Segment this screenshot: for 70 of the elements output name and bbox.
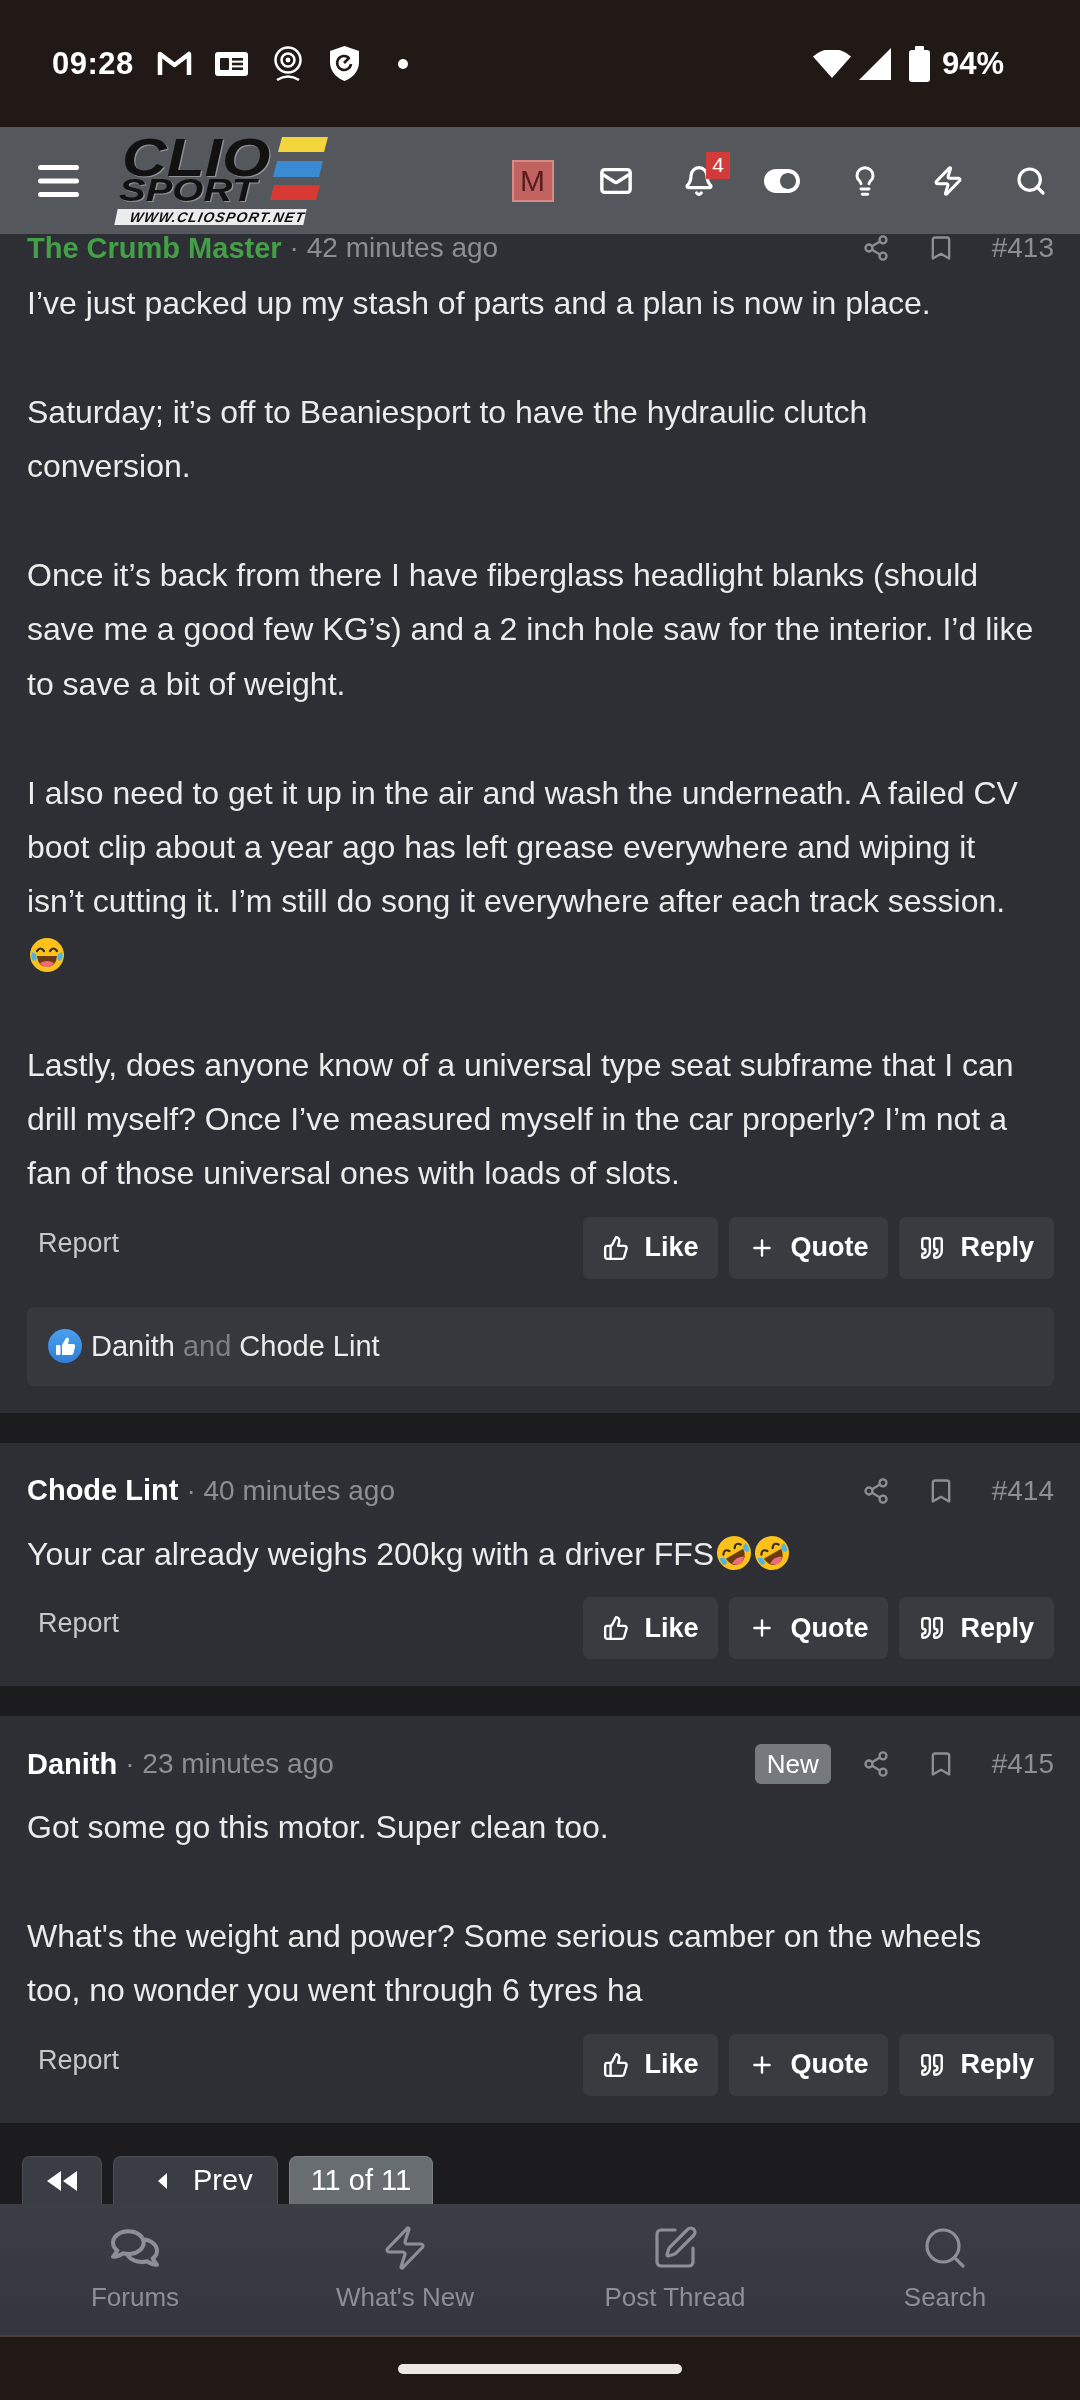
battery-icon: [908, 45, 930, 82]
dot-icon: [397, 58, 408, 69]
author-name[interactable]: Chode Lint: [27, 1474, 179, 1508]
reply-button[interactable]: Reply: [899, 1597, 1054, 1660]
post-number-link[interactable]: #413: [991, 234, 1054, 264]
notification-badge: 4: [706, 151, 730, 179]
quote-icon: [919, 1615, 946, 1642]
quote-button[interactable]: Quote: [729, 1216, 889, 1279]
search-icon[interactable]: [1014, 164, 1047, 197]
m-logo-icon: [156, 50, 192, 77]
share-icon[interactable]: [861, 1476, 890, 1505]
page-button[interactable]: 11 of 11: [288, 2156, 434, 2204]
share-icon[interactable]: [861, 234, 890, 262]
menu-icon[interactable]: [38, 164, 79, 197]
nav-item[interactable]: What's New: [336, 2224, 474, 2313]
post-text: Saturday; it’s off to Beaniesport to have the hydraulic clutch conversion.: [27, 393, 868, 485]
thumbs-up-icon: [603, 1615, 630, 1642]
quote-icon: [919, 1234, 946, 1261]
post-number-link[interactable]: #414: [991, 1474, 1054, 1507]
double-arrow-left-icon: [47, 2170, 77, 2191]
signal-icon: [858, 47, 891, 80]
wifi-icon: [812, 49, 851, 78]
report-link[interactable]: Report: [38, 2044, 120, 2085]
new-badge: New: [754, 1744, 831, 1785]
share-icon[interactable]: [861, 1750, 890, 1779]
reply-button[interactable]: Reply: [899, 1216, 1054, 1279]
post-text: Lastly, does anyone know of a universal type seat subframe that I can drill myself? Once I’ve measured myself in the car properly? I’m not a fan of those universal ones with loads of slots.: [27, 1046, 1014, 1192]
post-text: Your car already weighs 200kg with a driver FFS: [27, 1535, 715, 1572]
author-name[interactable]: Danith: [27, 1747, 118, 1781]
prev-page-button[interactable]: Prev: [113, 2156, 278, 2204]
quote-button[interactable]: Quote: [729, 1597, 889, 1660]
post-time: · 23 minutes ago: [125, 1748, 334, 1781]
quote-button[interactable]: Quote: [729, 2033, 889, 2096]
like-button[interactable]: Like: [583, 1597, 719, 1660]
caret-left-icon: [158, 2172, 167, 2189]
post-text: What's the weight and power? Some serious camber on the wheels too, no wonder you went through 6 tyres ha: [27, 1918, 982, 2009]
logo-url[interactable]: WWW.CLIOSPORT.NET: [114, 208, 307, 225]
news-app-icon: [214, 51, 248, 76]
post-time: · 40 minutes ago: [186, 1474, 395, 1507]
user-link[interactable]: Danith: [91, 1329, 175, 1362]
likes-text: Danith and Chode Lint: [91, 1329, 380, 1363]
tilted-laughing-face-icon: [716, 1534, 753, 1571]
post-number-link[interactable]: #415: [991, 1748, 1054, 1781]
like-button[interactable]: Like: [583, 2033, 719, 2096]
nav-item[interactable]: Search: [903, 2224, 987, 2313]
author-name[interactable]: The Crumb Master: [27, 234, 282, 265]
post-text: Once it’s back from there I have fiberglass headlight blanks (should save me a good few KG’s) and a 2 inch hole saw for the interior. I’d like to save a bit of weight.: [27, 557, 1034, 702]
thumbs-up-icon: [603, 2051, 630, 2078]
like-reaction-icon: [48, 1329, 82, 1364]
post-text: Got some go this motor. Super clean too.: [27, 1809, 609, 1846]
first-page-button[interactable]: [22, 2156, 102, 2204]
quote-icon: [919, 2051, 946, 2078]
status-time: 09:28: [52, 45, 134, 82]
battery-percent: 94%: [941, 45, 1004, 82]
thumbs-up-icon: [603, 1234, 630, 1261]
report-link[interactable]: Report: [38, 1608, 120, 1649]
nav-item[interactable]: Post Thread: [604, 2224, 746, 2313]
post-time: · 42 minutes ago: [289, 234, 499, 264]
reply-button[interactable]: Reply: [899, 2033, 1054, 2096]
post-text: I’ve just packed up my stash of parts and a plan is now in place.: [27, 285, 931, 321]
home-indicator[interactable]: [398, 2363, 682, 2374]
user-link[interactable]: Chode Lint: [239, 1329, 380, 1362]
logo-stripes-icon[interactable]: [268, 136, 328, 201]
laughing-face-icon: [29, 936, 65, 973]
like-button[interactable]: Like: [583, 1216, 719, 1279]
post-text: I also need to get it up in the air and wash the underneath. A failed CV boot clip about a year ago has left grease everywhere and wiping it isn’t cutting it. I’m still do song it everywhere after each track session.: [27, 774, 1018, 920]
report-link[interactable]: Report: [38, 1227, 120, 1268]
tilted-laughing-face-icon: [754, 1534, 791, 1571]
nav-item[interactable]: Forums: [90, 2224, 180, 2313]
shield-icon: [327, 45, 361, 82]
